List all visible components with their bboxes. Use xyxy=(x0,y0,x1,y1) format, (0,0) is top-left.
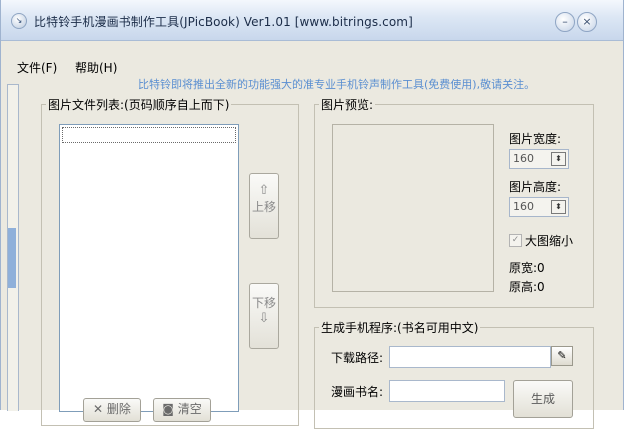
orig-height-label: 原高: xyxy=(509,280,538,294)
spinner-updown-icon[interactable]: ⬍ xyxy=(551,152,566,166)
orig-width-label: 原宽: xyxy=(509,261,538,275)
height-spinner[interactable]: 160 ⬍ xyxy=(509,197,569,217)
height-value: 160 xyxy=(513,200,534,213)
image-file-list[interactable] xyxy=(59,124,239,412)
height-label: 图片高度: xyxy=(509,180,562,194)
image-preview xyxy=(332,124,494,292)
delete-label: 删除 xyxy=(106,402,131,416)
shrink-large-label[interactable]: 大图缩小 xyxy=(525,232,573,249)
book-title-label: 漫画书名: xyxy=(331,385,384,399)
browse-folder-button[interactable]: ✎ xyxy=(551,346,573,366)
clear-button[interactable]: ◙ 清空 xyxy=(153,398,211,422)
move-down-button[interactable]: 下移 ⇩ xyxy=(249,283,279,349)
list-item[interactable] xyxy=(62,127,236,143)
app-menu-icon[interactable]: ↘ xyxy=(11,13,27,29)
book-title-input[interactable] xyxy=(389,380,505,402)
minimize-button[interactable]: – xyxy=(555,12,575,32)
shrink-large-checkbox[interactable]: ✓ xyxy=(509,234,522,247)
width-spinner[interactable]: 160 ⬍ xyxy=(509,149,569,169)
delete-icon: ✕ xyxy=(93,402,107,416)
folder-browse-icon: ✎ xyxy=(557,349,567,362)
arrow-down-icon: ⇩ xyxy=(258,311,270,326)
side-scrollbar-thumb[interactable] xyxy=(8,228,16,288)
delete-button[interactable]: ✕ 删除 xyxy=(83,398,141,422)
orig-width-readout: 原宽:0 xyxy=(509,259,545,276)
orig-height-value: 0 xyxy=(537,280,545,294)
arrow-up-icon: ⇧ xyxy=(258,183,270,198)
width-label: 图片宽度: xyxy=(509,132,562,146)
clear-icon: ◙ xyxy=(162,402,178,416)
preview-group-label: 图片预览: xyxy=(319,96,376,113)
title-bar[interactable]: ↘ 比特铃手机漫画书制作工具(JPicBook) Ver1.01 [www.bi… xyxy=(1,0,623,41)
generate-button[interactable]: 生成 xyxy=(513,380,573,418)
promo-text[interactable]: 比特铃即将推出全新的功能强大的准专业手机铃声制作工具(免费使用),敬请关注。 xyxy=(138,76,608,92)
menu-bar: 文件(F) 帮助(H) xyxy=(1,59,623,77)
spinner-updown-icon[interactable]: ⬍ xyxy=(551,200,566,214)
file-list-group-label: 图片文件列表:(页码顺序自上而下) xyxy=(46,96,232,113)
menu-file[interactable]: 文件(F) xyxy=(17,59,57,76)
window-title: 比特铃手机漫画书制作工具(JPicBook) Ver1.01 [www.bitr… xyxy=(34,15,413,29)
menu-help[interactable]: 帮助(H) xyxy=(75,59,117,76)
download-path-label: 下载路径: xyxy=(331,351,384,365)
close-button[interactable]: × xyxy=(577,12,597,32)
move-up-label: 上移 xyxy=(251,200,276,214)
move-up-button[interactable]: ⇧ 上移 xyxy=(249,173,279,239)
app-window: ↘ 比特铃手机漫画书制作工具(JPicBook) Ver1.01 [www.bi… xyxy=(0,0,624,429)
move-down-label: 下移 xyxy=(251,296,276,310)
generate-group-label: 生成手机程序:(书名可用中文) xyxy=(319,319,481,336)
orig-width-value: 0 xyxy=(537,261,545,275)
clear-label: 清空 xyxy=(177,402,202,416)
width-value: 160 xyxy=(513,152,534,165)
download-path-input[interactable] xyxy=(389,346,551,368)
orig-height-readout: 原高:0 xyxy=(509,278,545,295)
